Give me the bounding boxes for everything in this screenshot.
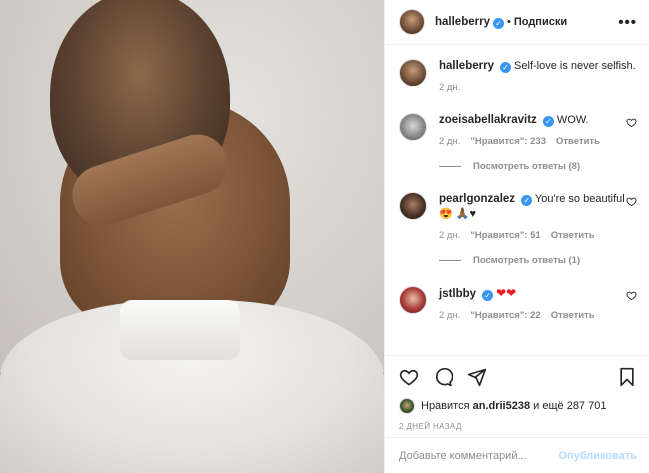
verified-badge-icon: ✓: [521, 195, 533, 206]
commenter-username[interactable]: jstlbby: [439, 288, 476, 300]
comment-item: pearlgonzalez ✓ You're so beautiful 😍 🙏🏾♥…: [399, 192, 637, 241]
author-username[interactable]: halleberry ✓: [435, 16, 504, 29]
photo-belt: [120, 300, 240, 360]
bookmark-icon[interactable]: [617, 367, 637, 387]
post-actions: Нравится an.drii5238 и ещё 287 701 2 ДНЕ…: [385, 355, 649, 473]
view-replies-button[interactable]: Посмотреть ответы (1): [439, 255, 637, 266]
comment-age: 2 дн.: [439, 310, 461, 321]
commenter-avatar[interactable]: [399, 286, 427, 314]
likes-summary[interactable]: Нравится an.drii5238 и ещё 287 701: [399, 398, 637, 414]
post-time-ago[interactable]: 2 ДНЕЙ НАЗАД: [399, 422, 637, 431]
comments-list: halleberry ✓ Self-love is never selfish. …: [385, 45, 649, 355]
comment-input[interactable]: Добавьте комментарий...: [399, 450, 527, 462]
comment-likes[interactable]: "Нравится": 233: [470, 136, 546, 147]
view-replies-button[interactable]: Посмотреть ответы (8): [439, 161, 637, 172]
caption-age: 2 дн.: [439, 82, 461, 93]
verified-badge-icon: ✓: [492, 17, 504, 29]
comment-item: jstlbby ✓ ❤❤ 2 дн. "Нравится": 22 Ответит…: [399, 286, 637, 321]
post-photo[interactable]: [0, 0, 384, 473]
heart-icon[interactable]: [399, 367, 419, 387]
reply-button[interactable]: Ответить: [551, 230, 595, 241]
replies-divider: [439, 166, 461, 167]
post-header: halleberry ✓ • Подписки •••: [385, 0, 649, 45]
action-icons: [399, 364, 637, 390]
reply-button[interactable]: Ответить: [551, 310, 595, 321]
liker-username[interactable]: an.drii5238: [473, 400, 530, 412]
author-avatar[interactable]: [399, 9, 425, 35]
comment-age: 2 дн.: [439, 136, 461, 147]
comment-like-heart-icon[interactable]: [626, 290, 637, 301]
publish-button[interactable]: Опубликовать: [558, 450, 637, 462]
caption-username[interactable]: halleberry: [439, 60, 494, 72]
comment-item: zoeisabellakravitz ✓ WOW. 2 дн. "Нравится…: [399, 113, 637, 147]
instagram-post: halleberry ✓ • Подписки ••• halleberry ✓ S…: [0, 0, 649, 473]
share-icon[interactable]: [467, 367, 487, 387]
likes-prefix: Нравится: [421, 400, 470, 412]
comment-likes[interactable]: "Нравится": 51: [470, 230, 540, 241]
replies-divider: [439, 260, 461, 261]
add-comment-bar: Добавьте комментарий... Опубликовать: [385, 437, 649, 473]
verified-badge-icon: ✓: [499, 62, 511, 73]
comment-icon[interactable]: [433, 367, 453, 387]
post-sidebar: halleberry ✓ • Подписки ••• halleberry ✓ S…: [384, 0, 649, 473]
comment-age: 2 дн.: [439, 230, 461, 241]
reply-button[interactable]: Ответить: [556, 136, 600, 147]
comment-likes[interactable]: "Нравится": 22: [470, 310, 540, 321]
comment-like-heart-icon[interactable]: [626, 117, 637, 128]
liker-avatar[interactable]: [399, 398, 415, 414]
commenter-username[interactable]: zoeisabellakravitz: [439, 114, 537, 126]
caption: halleberry ✓ Self-love is never selfish. …: [399, 59, 637, 93]
comment-like-heart-icon[interactable]: [626, 196, 637, 207]
comment-text: WOW.: [556, 114, 589, 126]
comment-text: ❤❤: [496, 286, 517, 300]
follow-status-button[interactable]: Подписки: [514, 16, 567, 28]
commenter-avatar[interactable]: [399, 113, 427, 141]
header-separator: •: [506, 16, 511, 28]
likes-count[interactable]: и ещё 287 701: [533, 400, 606, 412]
verified-badge-icon: ✓: [482, 290, 494, 301]
caption-text: Self-love is never selfish.: [514, 60, 636, 72]
commenter-username[interactable]: pearlgonzalez: [439, 193, 515, 205]
caption-avatar[interactable]: [399, 59, 427, 87]
commenter-avatar[interactable]: [399, 192, 427, 220]
verified-badge-icon: ✓: [542, 116, 554, 127]
more-options-icon[interactable]: •••: [618, 14, 637, 31]
